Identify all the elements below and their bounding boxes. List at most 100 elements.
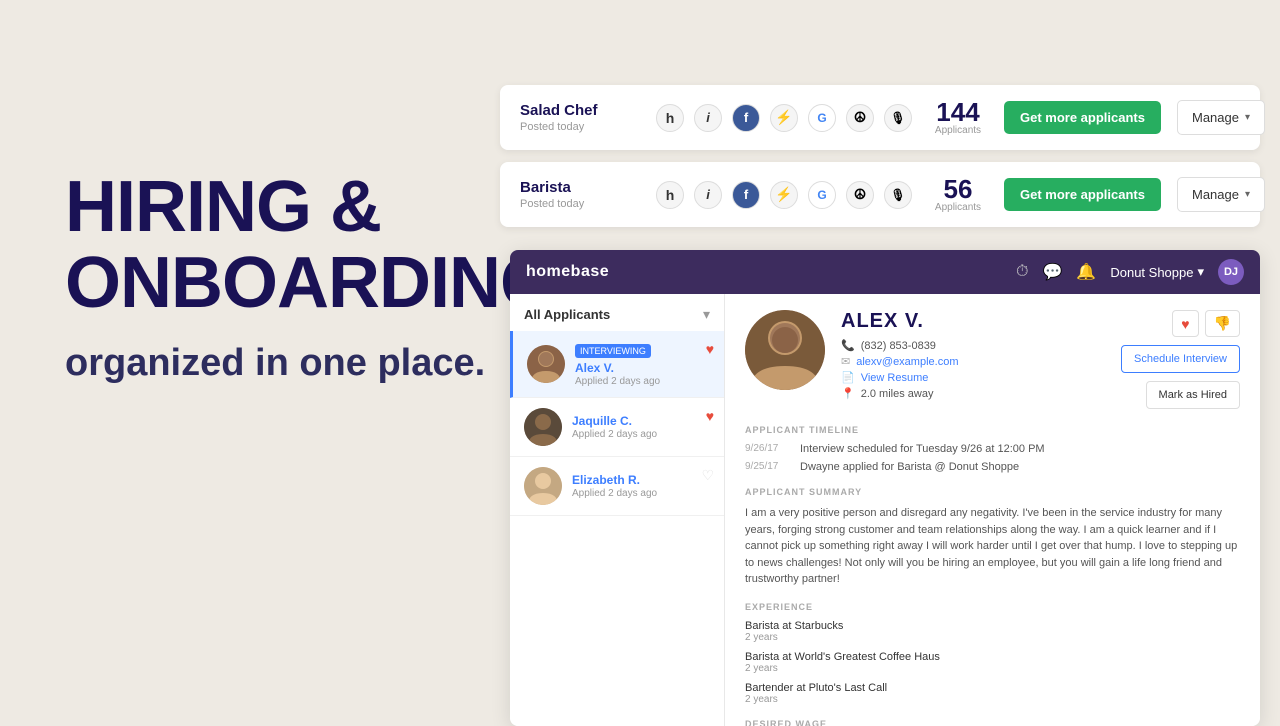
hero-subtitle: organized in one place. — [65, 341, 505, 387]
heart-button[interactable]: ♥ — [1172, 310, 1198, 337]
homebase-source-icon-b: h — [656, 181, 684, 209]
applicant-avatar-alex — [527, 345, 565, 383]
applicant-item-jaquille[interactable]: Jaquille C. Applied 2 days ago ♥ — [510, 398, 724, 457]
google-source-icon: G — [808, 104, 836, 132]
applicant-applied-elizabeth: Applied 2 days ago — [572, 488, 710, 499]
peace-source-icon: ☮ — [846, 104, 874, 132]
google-source-icon-b: G — [808, 181, 836, 209]
app-navbar: homebase ⏱ 💬 🔔 Donut Shoppe ▾ DJ — [510, 250, 1260, 294]
indeed-source-icon: i — [694, 104, 722, 132]
applicant-count-salad-chef: 144 Applicants — [928, 99, 988, 136]
manage-chevron-icon-b: ▾ — [1245, 189, 1250, 200]
resume-row: 📄 View Resume — [841, 371, 1105, 384]
job-title-salad-chef: Salad Chef — [520, 102, 640, 119]
store-selector[interactable]: Donut Shoppe ▾ — [1110, 264, 1204, 280]
homebase-source-icon: h — [656, 104, 684, 132]
applicant-name-alex: Alex V. — [575, 361, 710, 375]
job-info-barista: Barista Posted today — [520, 179, 640, 210]
manage-button-barista[interactable]: Manage ▾ — [1177, 177, 1265, 212]
detail-actions: ♥ 👎 Schedule Interview Mark as Hired — [1121, 310, 1240, 409]
applicant-name-jaquille: Jaquille C. — [572, 414, 710, 428]
heart-empty-icon-elizabeth[interactable]: ♡ — [701, 467, 714, 484]
bell-icon[interactable]: 🔔 — [1076, 262, 1096, 282]
job-source-icons-barista: h i f ⚡ G ☮ 🎙 — [656, 181, 912, 209]
applicants-filter-label: All Applicants — [524, 307, 610, 322]
resume-link[interactable]: View Resume — [861, 372, 929, 384]
get-more-applicants-salad-chef[interactable]: Get more applicants — [1004, 101, 1161, 134]
phone-row: 📞 (832) 853-0839 — [841, 339, 1105, 352]
applicant-count-barista: 56 Applicants — [928, 176, 988, 213]
job-posted-barista: Posted today — [520, 198, 640, 210]
app-content: All Applicants ▾ INTERVIEWING — [510, 294, 1260, 726]
mark-as-hired-button[interactable]: Mark as Hired — [1146, 381, 1240, 409]
detail-avatar-alex — [745, 310, 825, 390]
hero-section: HIRING & ONBOARDING organized in one pla… — [65, 170, 505, 387]
summary-label: APPLICANT SUMMARY — [745, 487, 1240, 497]
facebook-source-icon-b: f — [732, 181, 760, 209]
applicant-info-elizabeth: Elizabeth R. Applied 2 days ago — [572, 473, 710, 499]
lightning-source-icon-b: ⚡ — [770, 181, 798, 209]
detail-header: ALEX V. 📞 (832) 853-0839 ✉ alexv@example… — [745, 310, 1240, 409]
applicant-item-alex[interactable]: INTERVIEWING Alex V. Applied 2 days ago … — [510, 331, 724, 398]
timeline-text-0: Interview scheduled for Tuesday 9/26 at … — [800, 443, 1045, 455]
job-posted-salad-chef: Posted today — [520, 121, 640, 133]
schedule-interview-button[interactable]: Schedule Interview — [1121, 345, 1240, 373]
phone-icon: 📞 — [841, 339, 855, 352]
applicant-avatar-jaquille — [524, 408, 562, 446]
pin-icon: 📍 — [841, 387, 855, 400]
timeline-date-1: 9/25/17 — [745, 461, 790, 473]
detail-panel: ALEX V. 📞 (832) 853-0839 ✉ alexv@example… — [725, 294, 1260, 726]
nav-logo: homebase — [526, 263, 609, 281]
timeline: 9/26/17 Interview scheduled for Tuesday … — [745, 443, 1240, 473]
email-link[interactable]: alexv@example.com — [856, 356, 958, 368]
manage-button-salad-chef[interactable]: Manage ▾ — [1177, 100, 1265, 135]
timeline-text-1: Dwayne applied for Barista @ Donut Shopp… — [800, 461, 1019, 473]
timeline-row-0: 9/26/17 Interview scheduled for Tuesday … — [745, 443, 1240, 455]
applicant-item-elizabeth[interactable]: Elizabeth R. Applied 2 days ago ♡ — [510, 457, 724, 516]
distance-row: 📍 2.0 miles away — [841, 387, 1105, 400]
timeline-label: APPLICANT TIMELINE — [745, 425, 1240, 435]
get-more-applicants-barista[interactable]: Get more applicants — [1004, 178, 1161, 211]
timeline-row-1: 9/25/17 Dwayne applied for Barista @ Don… — [745, 461, 1240, 473]
store-chevron-icon: ▾ — [1197, 264, 1204, 280]
indeed-source-icon-b: i — [694, 181, 722, 209]
applicant-applied-alex: Applied 2 days ago — [575, 376, 710, 387]
love-row: ♥ 👎 — [1172, 310, 1240, 337]
experience-item-1: Barista at World's Greatest Coffee Haus … — [745, 651, 1240, 674]
hero-title: HIRING & ONBOARDING — [65, 170, 505, 321]
manage-chevron-icon: ▾ — [1245, 112, 1250, 123]
applicant-info-alex: INTERVIEWING Alex V. Applied 2 days ago — [575, 341, 710, 387]
chat-icon[interactable]: 💬 — [1043, 262, 1063, 282]
heart-filled-icon-alex[interactable]: ♥ — [706, 341, 714, 357]
mic-source-icon-b: 🎙 — [884, 181, 912, 209]
filter-icon[interactable]: ▾ — [703, 306, 710, 323]
job-title-barista: Barista — [520, 179, 640, 196]
timeline-date-0: 9/26/17 — [745, 443, 790, 455]
app-panel-wrapper: homebase ⏱ 💬 🔔 Donut Shoppe ▾ DJ All App… — [510, 250, 1260, 710]
detail-contact: 📞 (832) 853-0839 ✉ alexv@example.com 📄 V… — [841, 339, 1105, 400]
clock-icon[interactable]: ⏱ — [1016, 263, 1028, 281]
applicant-info-jaquille: Jaquille C. Applied 2 days ago — [572, 414, 710, 440]
user-avatar[interactable]: DJ — [1218, 259, 1244, 285]
nav-icons: ⏱ 💬 🔔 Donut Shoppe ▾ DJ — [1016, 259, 1244, 285]
summary-text: I am a very positive person and disregar… — [745, 505, 1240, 588]
applicant-applied-jaquille: Applied 2 days ago — [572, 429, 710, 440]
lightning-source-icon: ⚡ — [770, 104, 798, 132]
applicants-sidebar: All Applicants ▾ INTERVIEWING — [510, 294, 725, 726]
detail-applicant-name: ALEX V. — [841, 310, 1105, 333]
applicant-avatar-elizabeth — [524, 467, 562, 505]
experience-list: Barista at Starbucks 2 years Barista at … — [745, 620, 1240, 705]
thumbdown-button[interactable]: 👎 — [1205, 310, 1240, 337]
heart-filled-icon-jaquille[interactable]: ♥ — [706, 408, 714, 424]
experience-item-2: Bartender at Pluto's Last Call 2 years — [745, 682, 1240, 705]
mic-source-icon: 🎙 — [884, 104, 912, 132]
job-card-salad-chef: Salad Chef Posted today h i f ⚡ G ☮ 🎙 14… — [500, 85, 1260, 150]
job-info-salad-chef: Salad Chef Posted today — [520, 102, 640, 133]
experience-label: EXPERIENCE — [745, 602, 1240, 612]
peace-source-icon-b: ☮ — [846, 181, 874, 209]
job-source-icons: h i f ⚡ G ☮ 🎙 — [656, 104, 912, 132]
detail-name-section: ALEX V. 📞 (832) 853-0839 ✉ alexv@example… — [841, 310, 1105, 400]
app-panel: homebase ⏱ 💬 🔔 Donut Shoppe ▾ DJ All App… — [510, 250, 1260, 726]
interviewing-badge: INTERVIEWING — [575, 344, 651, 358]
email-icon: ✉ — [841, 355, 850, 368]
